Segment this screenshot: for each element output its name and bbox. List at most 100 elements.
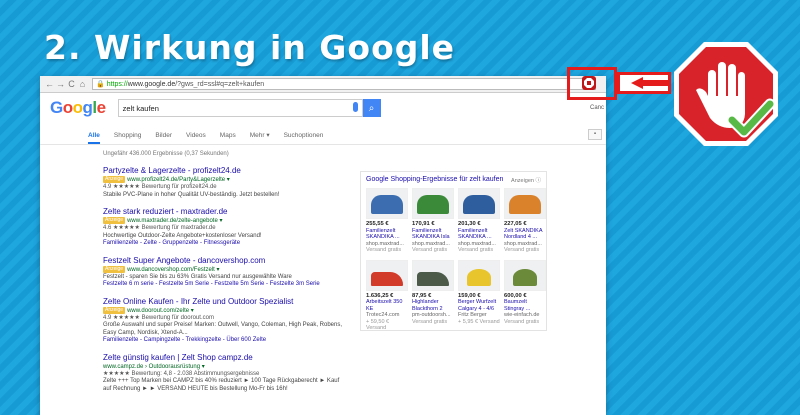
shopping-item[interactable]: 255,55 € Familienzelt SKANDIKA ... shop.ma…	[366, 188, 409, 254]
tab-item[interactable]: Shopping	[114, 132, 141, 144]
url-path: /?gws_rd=ssl#q=zelt+kaufen	[175, 80, 265, 88]
result-url[interactable]: Anzeige www.doorout.com/zelte ▾	[103, 306, 343, 315]
result-sitelinks[interactable]: Festzelte 6 m serie - Festzelte 5m Serie…	[103, 281, 343, 289]
logo-letter: G	[50, 98, 63, 117]
shopping-item[interactable]: 600,00 € Baumzelt Stingray ... wie-einfach…	[504, 259, 547, 332]
user-menu-button[interactable]: ▪	[588, 129, 602, 140]
search-result: Zelte stark reduziert - maxtrader.de Anze…	[103, 207, 343, 248]
result-description: Zelte +++ Top Marken bei CAMPZ bis 40% r…	[103, 378, 340, 392]
result-description: Hochwertige Outdoor-Zelte Angebote+koste…	[103, 232, 262, 239]
tab-item[interactable]: Bilder	[155, 132, 172, 144]
product-shipping: + 59,50 € Versand	[366, 318, 390, 332]
result-rating: 4.6 ★★★★★ Bewertung für maxtrader.de	[103, 225, 216, 232]
shopping-item[interactable]: 201,30 € Familienzelt SKANDIKA ... shop.ma…	[458, 188, 501, 254]
google-logo[interactable]: Google	[50, 98, 106, 118]
result-rating: 4.9 ★★★★★ Bewertung für profizelt24.de	[103, 184, 217, 191]
product-image[interactable]	[458, 259, 500, 291]
microphone-icon[interactable]	[352, 102, 358, 112]
ad-badge: Anzeige	[103, 306, 126, 314]
search-result: Festzelt Super Angebote - dancovershop.c…	[103, 256, 343, 289]
result-description: Stabile PVC-Plane in hoher Qualität UV-b…	[103, 191, 280, 198]
cancel-link[interactable]: Canc	[590, 105, 604, 111]
product-name[interactable]: Familienzelt SKANDIKA ...	[458, 228, 501, 241]
search-query: zelt kaufen	[122, 103, 159, 113]
result-description: Große Auswahl und super Preise! Marken: …	[103, 322, 343, 336]
lock-icon: 🔒	[96, 81, 105, 88]
adblock-icon[interactable]	[582, 76, 596, 90]
product-name[interactable]: Familienzelt SKANDIKA Isla	[412, 228, 455, 241]
result-url[interactable]: www.campz.de › Outdoorausrüstung ▾	[103, 363, 343, 371]
product-image[interactable]	[366, 259, 408, 291]
product-name[interactable]: Baumzelt Stingray ...	[504, 299, 547, 312]
product-image[interactable]	[366, 188, 408, 219]
tab-item[interactable]: Maps	[220, 132, 236, 144]
result-url-text: www.maxtrader.de/zelte-angebote ▾	[127, 218, 223, 225]
product-name[interactable]: Arbeitszelt 350 KE	[366, 299, 409, 312]
result-url[interactable]: Anzeige www.profizelt24.de/Party&Lagerzel…	[103, 176, 343, 184]
tab-item[interactable]: Videos	[186, 132, 206, 144]
product-shipping: Versand gratis	[412, 247, 448, 253]
product-name[interactable]: Berger Wurfzelt Calgary 4 - 4/6	[458, 299, 501, 312]
product-shipping: Versand gratis	[458, 247, 494, 253]
result-title[interactable]: Zelte stark reduziert - maxtrader.de	[103, 207, 343, 217]
search-result: Zelte günstig kaufen | Zelt Shop campz.d…	[103, 353, 343, 394]
shopping-grid: 255,55 € Familienzelt SKANDIKA ... shop.ma…	[366, 188, 546, 332]
home-icon[interactable]: ⌂	[77, 79, 88, 89]
shopping-item[interactable]: 159,00 € Berger Wurfzelt Calgary 4 - 4/6 F…	[458, 259, 501, 332]
result-description: Festzelt - sparen Sie bis zu 63% Gratis …	[103, 273, 292, 280]
shopping-item[interactable]: 87,95 € Highlander Blackthorn 2 pm-outdoor…	[412, 259, 455, 332]
product-name[interactable]: Zelt SKANDIKA Nordland 4 ...	[504, 228, 547, 241]
logo-letter: o	[62, 98, 73, 117]
ad-badge: Anzeige	[103, 176, 126, 183]
result-title[interactable]: Zelte günstig kaufen | Zelt Shop campz.d…	[103, 353, 343, 363]
product-shipping: Versand gratis	[366, 247, 402, 253]
shopping-box: Google Shopping-Ergebnisse für zelt kauf…	[360, 171, 547, 331]
product-image[interactable]	[412, 188, 454, 219]
logo-letter: e	[96, 98, 106, 117]
tab-item[interactable]: Mehr ▾	[250, 131, 270, 144]
search-input[interactable]: zelt kaufen	[117, 99, 363, 117]
shopping-item[interactable]: 1.636,25 € Arbeitszelt 350 KE Trotec24.com…	[366, 259, 409, 332]
back-icon[interactable]: ←	[44, 79, 55, 89]
result-rating: 4.9 ★★★★★ Bewertung für doorout.com	[103, 314, 214, 321]
search-button[interactable]: ⌕	[362, 99, 381, 117]
shopping-item[interactable]: 227,05 € Zelt SKANDIKA Nordland 4 ... shop…	[504, 188, 547, 254]
result-stats: Ungefähr 436.000 Ergebnisse (0,37 Sekund…	[103, 151, 229, 157]
result-url[interactable]: Anzeige www.dancovershop.com/Festzelt ▾	[103, 265, 343, 274]
result-url-text: www.campz.de › Outdoorausrüstung ▾	[103, 363, 205, 370]
shopping-item[interactable]: 170,91 € Familienzelt SKANDIKA Isla shop.m…	[412, 188, 455, 254]
url-host: www.google.de	[127, 80, 176, 88]
reload-icon[interactable]: C	[66, 79, 77, 89]
organic-results: Ungefähr 436.000 Ergebnisse (0,37 Sekund…	[103, 151, 343, 401]
product-shipping: Versand gratis	[504, 247, 540, 253]
result-title[interactable]: Partyzelte & Lagerzelte - profizelt24.de	[103, 166, 343, 176]
address-bar[interactable]: 🔒 https:// www.google.de /?gws_rd=ssl#q=…	[92, 78, 596, 90]
forward-icon[interactable]: →	[55, 79, 66, 89]
ad-badge: Anzeige	[103, 265, 126, 273]
tab-item[interactable]: Alle	[88, 132, 100, 144]
shopping-title[interactable]: Google Shopping-Ergebnisse für zelt kauf…	[366, 176, 503, 184]
product-image[interactable]	[504, 259, 546, 291]
search-result: Zelte Online Kaufen - Ihr Zelte und Outd…	[103, 297, 343, 345]
ads-label[interactable]: Anzeigen ⓘ	[511, 176, 541, 184]
product-name[interactable]: Familienzelt SKANDIKA ...	[366, 228, 409, 241]
result-title[interactable]: Zelte Online Kaufen - Ihr Zelte und Outd…	[103, 297, 343, 307]
product-image[interactable]	[412, 259, 454, 291]
browser-toolbar: ← → C ⌂ 🔒 https:// www.google.de /?gws_r…	[40, 76, 606, 93]
result-title[interactable]: Festzelt Super Angebote - dancovershop.c…	[103, 256, 343, 266]
browser-window: ← → C ⌂ 🔒 https:// www.google.de /?gws_r…	[40, 76, 606, 415]
search-tabs: Alle Shopping Bilder Videos Maps Mehr ▾ Suchop…	[40, 123, 606, 145]
search-icon: ⌕	[368, 102, 375, 114]
product-name[interactable]: Highlander Blackthorn 2	[412, 299, 455, 312]
tab-item[interactable]: Suchoptionen	[284, 132, 324, 144]
product-image[interactable]	[504, 188, 546, 219]
search-result: Partyzelte & Lagerzelte - profizelt24.de…	[103, 166, 343, 199]
headline: 2. Wirkung in Google	[44, 28, 456, 67]
shopping-header: Google Shopping-Ergebnisse für zelt kauf…	[366, 176, 541, 184]
result-sitelinks[interactable]: Familienzelte - Campingzelte - Trekkingz…	[103, 337, 343, 345]
product-image[interactable]	[458, 188, 500, 219]
result-url[interactable]: Anzeige www.maxtrader.de/zelte-angebote ▾	[103, 217, 343, 225]
arrow-left-icon	[631, 77, 671, 89]
ad-badge: Anzeige	[103, 217, 126, 225]
result-sitelinks[interactable]: Familienzelte - Zelte - Gruppenzelte - F…	[103, 240, 343, 248]
